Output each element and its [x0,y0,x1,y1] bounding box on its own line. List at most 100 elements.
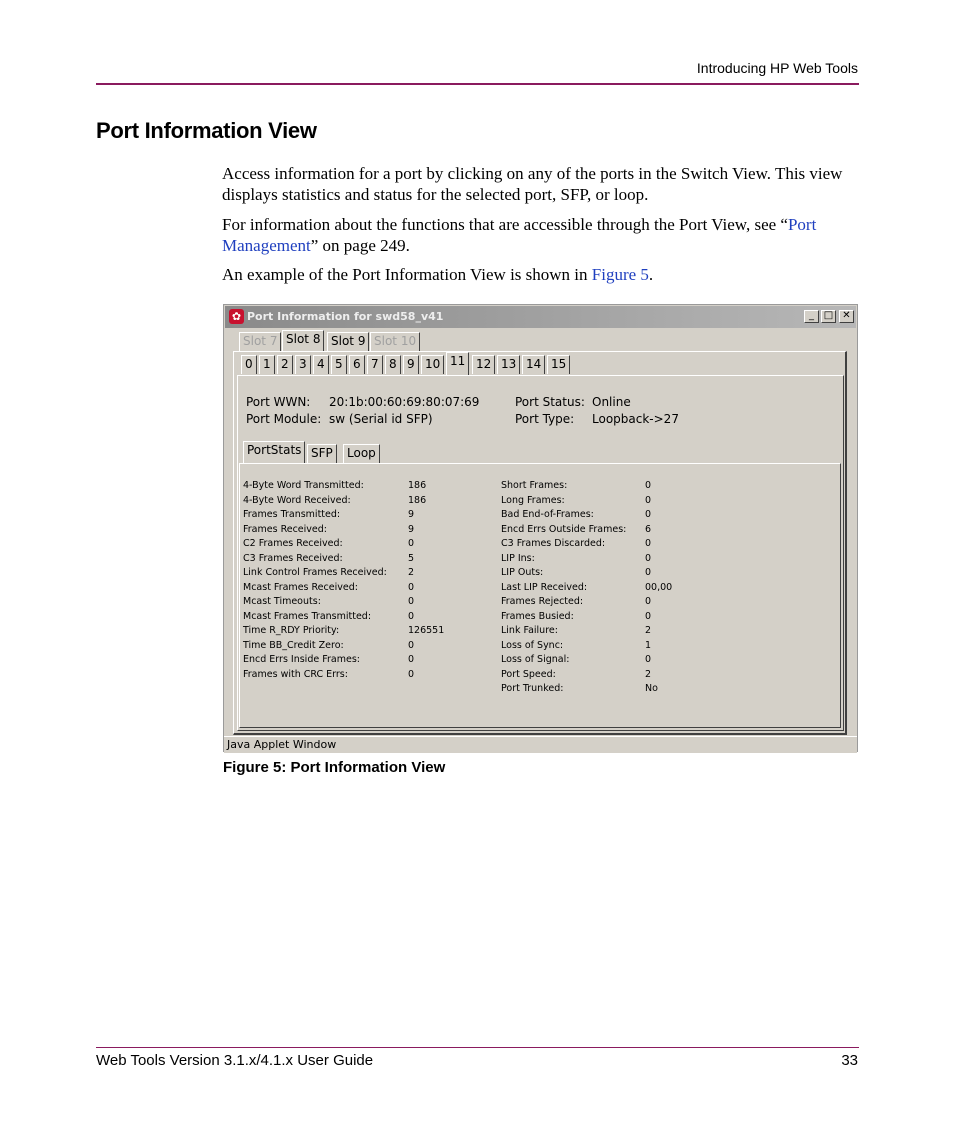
stat-value: 0 [645,654,652,665]
figure-5-link[interactable]: Figure 5 [592,265,649,284]
close-icon[interactable]: ✕ [839,310,854,323]
stat-value: 2 [645,668,652,680]
stat-value: 0 [408,668,415,680]
stat-label: Link Control Frames Received: [243,567,387,578]
minimize-icon[interactable]: _ [804,310,819,323]
stat-label: LIP Ins: [501,552,535,564]
stat-label: Port Trunked: [501,683,564,694]
stat-label: Frames Rejected: [501,596,584,607]
stat-label: Frames Busied: [501,610,574,622]
port-tab-13[interactable]: 13 [497,355,521,374]
tab-loop[interactable]: Loop [343,444,380,463]
footer-doc-title: Web Tools Version 3.1.x/4.1.x User Guide [96,1052,374,1069]
slot-tab-10[interactable]: Slot 10 [370,332,421,351]
stat-label: Mcast Frames Transmitted: [243,610,372,622]
footer-rule [96,1047,859,1048]
maximize-icon[interactable]: □ [821,310,836,323]
section-title: Port Information View [96,118,317,143]
stat-label: Short Frames: [501,480,568,491]
header-rule [96,83,859,85]
port-tab-7[interactable]: 7 [367,355,383,374]
port-tab-11[interactable]: 11 [446,352,470,375]
stat-label: LIP Outs: [501,567,544,578]
stat-value: 0 [645,538,652,549]
port-tab-5[interactable]: 5 [331,355,347,374]
port-status-value: Online [592,395,631,409]
slot-tab-9[interactable]: Slot 9 [327,332,370,351]
page-number: 33 [841,1052,858,1069]
stat-label: C3 Frames Discarded: [501,538,606,549]
port-wwn-label: Port WWN: [246,395,311,409]
stat-label: Frames Transmitted: [243,509,341,520]
app-icon: ✿ [229,309,244,324]
stat-value: 186 [408,494,427,506]
port-tab-0[interactable]: 0 [241,355,257,374]
stat-value: 2 [408,567,415,578]
stat-value: 0 [645,480,652,491]
status-bar: Java Applet Window [224,736,857,753]
stat-label: Last LIP Received: [501,581,588,593]
stat-value: 9 [408,523,415,535]
port-tab-6[interactable]: 6 [349,355,365,374]
port-module-label: Port Module: [246,412,322,426]
stat-label: Loss of Sync: [501,639,564,651]
stat-label: Mcast Frames Received: [243,581,358,593]
port-tab-10[interactable]: 10 [421,355,445,374]
port-wwn-value: 20:1b:00:60:69:80:07:69 [329,395,480,409]
stat-value: 0 [408,581,415,593]
stat-value: 0 [645,494,652,506]
stat-value: 0 [408,610,415,622]
port-tab-8[interactable]: 8 [385,355,401,374]
stat-value: 0 [645,552,652,564]
stat-value: 0 [408,639,415,651]
port-tab-14[interactable]: 14 [522,355,546,374]
port-information-window: ✿ Port Information for swd58_v41 _ □ ✕ S… [223,304,858,753]
stat-value: 0 [408,538,415,549]
stat-value: 00,00 [645,581,673,593]
stat-value: 0 [408,654,415,665]
port-type-value: Loopback->27 [592,412,679,426]
figure-caption: Figure 5: Port Information View [223,759,446,776]
stat-value: 0 [408,596,415,607]
paragraph-1: Access information for a port by clickin… [222,164,843,204]
stat-label: Loss of Signal: [501,654,570,665]
stat-value: 126551 [408,625,445,636]
tab-portstats[interactable]: PortStats [243,441,306,464]
port-tab-15[interactable]: 15 [547,355,571,374]
stat-value: 9 [408,509,415,520]
stat-label: C2 Frames Received: [243,538,343,549]
port-tab-4[interactable]: 4 [313,355,329,374]
stat-label: Frames with CRC Errs: [243,668,348,680]
paragraph-2-text-a: For information about the functions that… [222,215,788,234]
stat-label: Port Speed: [501,668,556,680]
slot-tab-7[interactable]: Slot 7 [239,332,282,351]
stat-label: Time BB_Credit Zero: [243,639,344,651]
slot-tab-8[interactable]: Slot 8 [282,330,325,352]
stat-value: 186 [408,480,427,491]
port-tab-12[interactable]: 12 [472,355,496,374]
stat-value: 5 [408,552,415,564]
window-title: Port Information for swd58_v41 [247,310,444,323]
window-titlebar: ✿ Port Information for swd58_v41 _ □ ✕ [225,306,856,328]
stat-label: Encd Errs Inside Frames: [243,654,360,665]
port-tab-1[interactable]: 1 [259,355,275,374]
port-tab-3[interactable]: 3 [295,355,311,374]
port-type-label: Port Type: [515,412,575,426]
stat-label: Time R_RDY Priority: [243,625,340,636]
port-status-label: Port Status: [515,395,585,409]
tab-sfp[interactable]: SFP [307,444,337,463]
stat-value: 0 [645,610,652,622]
stat-label: C3 Frames Received: [243,552,343,564]
stat-label: Bad End-of-Frames: [501,509,594,520]
stat-label: Long Frames: [501,494,565,506]
port-tab-2[interactable]: 2 [277,355,293,374]
status-bar-text: Java Applet Window [227,738,337,751]
paragraph-3-text-a: An example of the Port Information View … [222,265,592,284]
stat-label: Link Failure: [501,625,558,636]
stat-label: Encd Errs Outside Frames: [501,523,627,535]
stat-label: Frames Received: [243,523,327,535]
port-tab-9[interactable]: 9 [403,355,419,374]
paragraph-2-text-b: ” on page 249. [310,236,410,255]
paragraph-2: For information about the functions that… [222,214,862,256]
stat-value: 0 [645,567,652,578]
